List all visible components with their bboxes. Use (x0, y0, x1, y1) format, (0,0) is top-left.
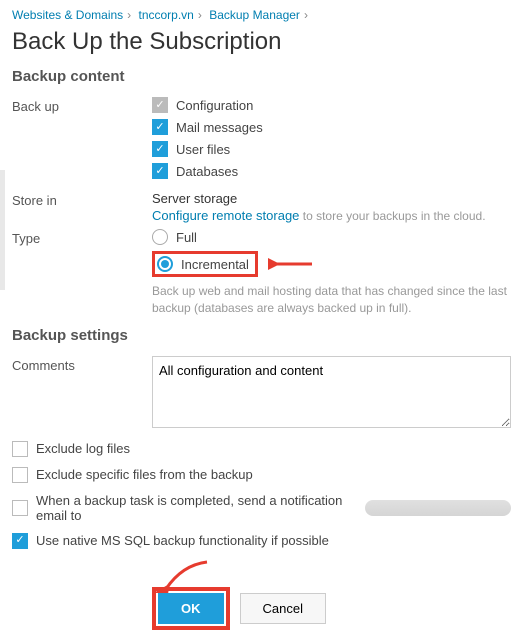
breadcrumb: Websites & Domains› tnccorp.vn› Backup M… (12, 8, 511, 22)
radio-label: Incremental (181, 257, 249, 272)
checkbox-label: Configuration (176, 98, 253, 113)
comments-textarea[interactable] (152, 356, 511, 428)
checkbox-databases[interactable]: Databases (152, 163, 511, 179)
check-icon (12, 500, 28, 516)
checkbox-notification-email[interactable]: When a backup task is completed, send a … (12, 493, 511, 523)
check-icon (152, 97, 168, 113)
checkbox-exclude-log-files[interactable]: Exclude log files (12, 441, 511, 457)
type-label: Type (12, 229, 152, 246)
annotation-arrow-icon (152, 559, 212, 593)
check-icon (12, 441, 28, 457)
checkbox-user-files[interactable]: User files (152, 141, 511, 157)
radio-icon (157, 256, 173, 272)
annotation-highlight-incremental: Incremental (152, 251, 258, 277)
checkbox-configuration[interactable]: Configuration (152, 97, 511, 113)
configure-remote-storage-link[interactable]: Configure remote storage (152, 208, 299, 223)
storage-hint: to store your backups in the cloud. (299, 209, 485, 223)
storage-value: Server storage (152, 191, 511, 206)
annotation-arrow-icon (268, 255, 314, 273)
cancel-button[interactable]: Cancel (240, 593, 326, 624)
comments-label: Comments (12, 356, 152, 373)
checkbox-label: Exclude log files (36, 441, 130, 456)
checkbox-label: User files (176, 142, 230, 157)
type-description: Back up web and mail hosting data that h… (152, 283, 511, 317)
radio-icon (152, 229, 168, 245)
check-icon (152, 163, 168, 179)
annotation-highlight-ok: OK (152, 587, 230, 630)
ok-button[interactable]: OK (158, 593, 224, 624)
breadcrumb-websites[interactable]: Websites & Domains (12, 8, 123, 22)
check-icon (152, 141, 168, 157)
checkbox-label: When a backup task is completed, send a … (36, 493, 359, 523)
check-icon (152, 119, 168, 135)
checkbox-label: Databases (176, 164, 238, 179)
breadcrumb-domain[interactable]: tnccorp.vn (139, 8, 194, 22)
backup-label: Back up (12, 97, 152, 114)
section-backup-settings: Backup settings (12, 327, 511, 344)
checkbox-label: Mail messages (176, 120, 263, 135)
page-title: Back Up the Subscription (12, 28, 511, 56)
check-icon (12, 533, 28, 549)
scroll-indicator (0, 170, 5, 290)
checkbox-native-mssql[interactable]: Use native MS SQL backup functionality i… (12, 533, 511, 549)
checkbox-mail-messages[interactable]: Mail messages (152, 119, 511, 135)
checkbox-label: Exclude specific files from the backup (36, 467, 253, 482)
radio-label: Full (176, 230, 197, 245)
breadcrumb-backup-manager[interactable]: Backup Manager (209, 8, 300, 22)
check-icon (12, 467, 28, 483)
store-label: Store in (12, 191, 152, 208)
notification-email-field[interactable] (365, 500, 511, 516)
radio-full[interactable]: Full (152, 229, 511, 245)
checkbox-exclude-specific-files[interactable]: Exclude specific files from the backup (12, 467, 511, 483)
section-backup-content: Backup content (12, 68, 511, 85)
radio-incremental[interactable]: Incremental (157, 256, 249, 272)
checkbox-label: Use native MS SQL backup functionality i… (36, 533, 329, 548)
